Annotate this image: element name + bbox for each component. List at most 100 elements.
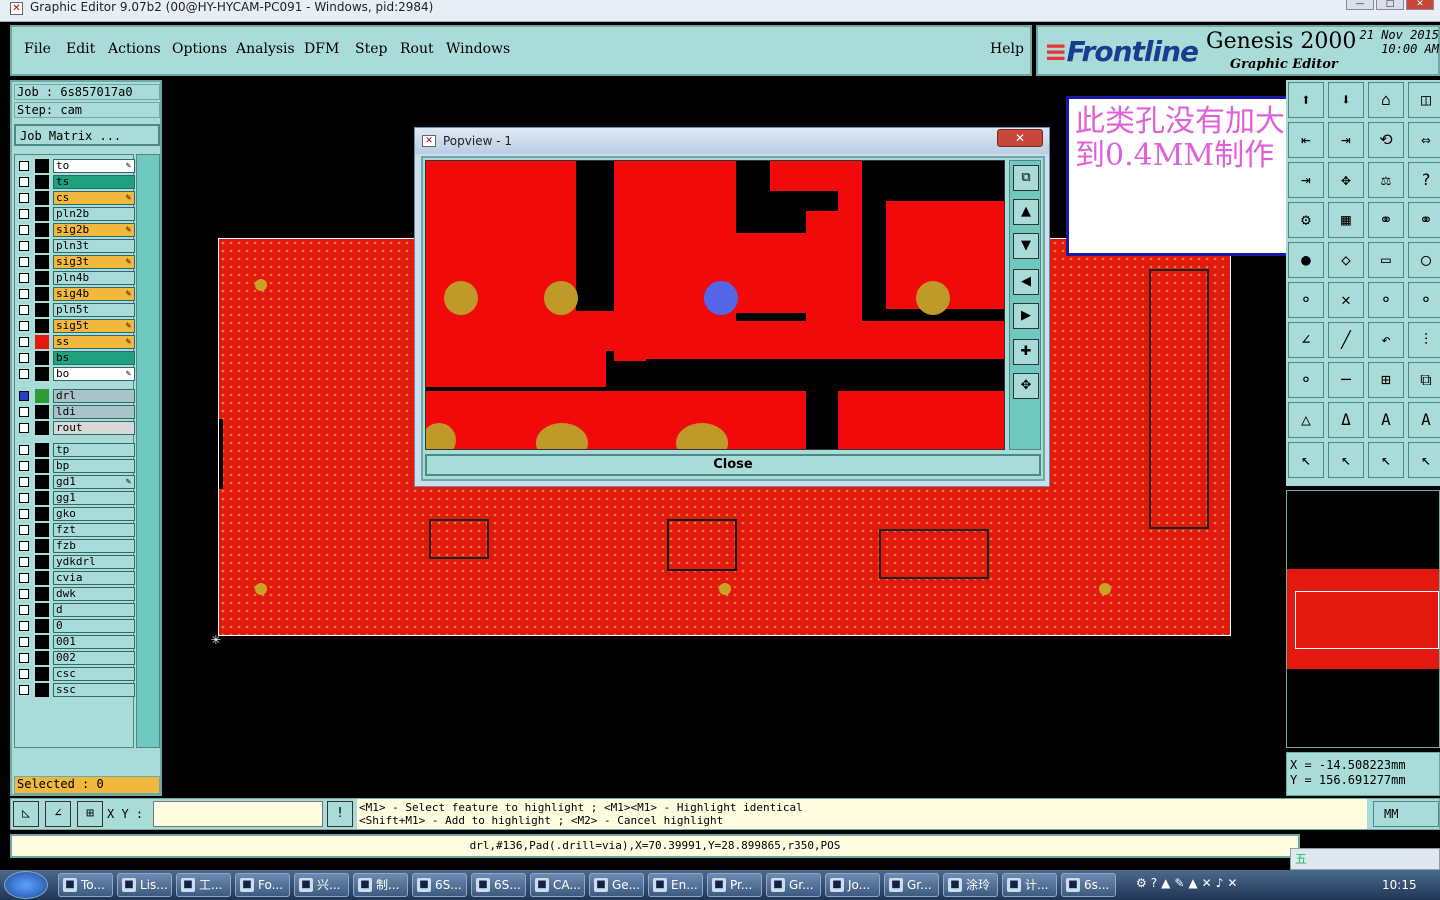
close-window-button[interactable]: ✕ <box>1406 0 1434 10</box>
tool-ruler-icon[interactable]: ▭ <box>1368 242 1404 278</box>
tool-copy-icon[interactable]: ⧉ <box>1408 362 1440 398</box>
start-button[interactable] <box>4 871 48 899</box>
layer-row-cs[interactable]: cs ✎ <box>17 191 135 205</box>
layer-name[interactable]: fzt <box>53 523 135 537</box>
layer-checkbox[interactable] <box>19 209 29 219</box>
tool-text-b-icon[interactable]: A <box>1408 402 1440 438</box>
pan-right-icon[interactable]: ▶ <box>1013 303 1039 329</box>
zoom-out-icon[interactable]: ✥ <box>1013 373 1039 399</box>
tool-pointer-icon[interactable]: ↖ <box>1408 442 1440 478</box>
taskbar-item[interactable]: ■ 涂玲 <box>943 873 998 897</box>
menu-analysis[interactable]: Analysis <box>236 41 295 57</box>
tool-cross-icon[interactable]: ✕ <box>1328 282 1364 318</box>
layer-row-002[interactable]: 002 <box>17 651 135 665</box>
layer-row-csc[interactable]: csc <box>17 667 135 681</box>
taskbar-item[interactable]: ■ Ge... <box>589 873 644 897</box>
layer-row-sig4b[interactable]: sig4b ✎ <box>17 287 135 301</box>
layer-checkbox[interactable] <box>19 353 29 363</box>
layer-row-sig2b[interactable]: sig2b ✎ <box>17 223 135 237</box>
layer-row-ssc[interactable]: ssc <box>17 683 135 697</box>
menu-dfm[interactable]: DFM <box>304 41 339 57</box>
menu-options[interactable]: Options <box>172 41 227 57</box>
system-tray-icons[interactable]: ⚙?▲✎▲✕♪✕ <box>1136 876 1366 894</box>
layer-checkbox[interactable] <box>19 653 29 663</box>
layer-name[interactable]: sig2b ✎ <box>53 223 135 237</box>
layer-row-sig3t[interactable]: sig3t ✎ <box>17 255 135 269</box>
layer-checkbox[interactable] <box>19 541 29 551</box>
layer-checkbox[interactable] <box>19 369 29 379</box>
tool-pointer-icon[interactable]: ↖ <box>1288 442 1324 478</box>
layer-name[interactable]: bo ✎ <box>53 367 135 381</box>
layer-name[interactable]: pln4b <box>53 271 135 285</box>
tool-settings-icon[interactable]: ⚙ <box>1288 202 1324 238</box>
taskbar-item[interactable]: ■ 6S... <box>412 873 467 897</box>
layer-checkbox[interactable] <box>19 321 29 331</box>
taskbar-item[interactable]: ■ En... <box>648 873 703 897</box>
layer-row-ldi[interactable]: ldi <box>17 405 135 419</box>
tool-point-icon[interactable]: ● <box>1288 242 1324 278</box>
layer-checkbox[interactable] <box>19 493 29 503</box>
layer-name[interactable]: 001 <box>53 635 135 649</box>
unit-button[interactable]: MM <box>1373 801 1439 827</box>
tool-scale-icon[interactable]: ⚖ <box>1368 162 1404 198</box>
layer-name[interactable]: tp <box>53 443 135 457</box>
taskbar-item[interactable]: ■ 工... <box>176 873 231 897</box>
layer-row-cvia[interactable]: cvia <box>17 571 135 585</box>
tool-move-right-icon[interactable]: ⇥ <box>1328 122 1364 158</box>
layer-row-bs[interactable]: bs <box>17 351 135 365</box>
layer-checkbox[interactable] <box>19 305 29 315</box>
layer-name[interactable]: ydkdrl <box>53 555 135 569</box>
maximize-button[interactable]: □ <box>1376 0 1404 10</box>
layer-name[interactable]: dwk <box>53 587 135 601</box>
tool-move-left-icon[interactable]: ⇤ <box>1288 122 1324 158</box>
tool-delta-icon[interactable]: Δ <box>1328 402 1364 438</box>
layer-name[interactable]: pln2b <box>53 207 135 221</box>
tool-help-icon[interactable]: ? <box>1408 162 1440 198</box>
xy-input[interactable] <box>153 801 323 827</box>
layer-checkbox[interactable] <box>19 605 29 615</box>
layer-checkbox[interactable] <box>19 573 29 583</box>
snap-icon[interactable]: ◺ <box>13 801 39 827</box>
tool-move-down-icon[interactable]: ⬇ <box>1328 82 1364 118</box>
tool-pointer-icon[interactable]: ↖ <box>1328 442 1364 478</box>
taskbar-item[interactable]: ■ CA... <box>530 873 585 897</box>
tool-pointer-icon[interactable]: ↖ <box>1368 442 1404 478</box>
menu-help[interactable]: Help <box>990 41 1024 57</box>
layer-row-fzt[interactable]: fzt <box>17 523 135 537</box>
pan-left-icon[interactable]: ◀ <box>1013 269 1039 295</box>
layer-row-tp[interactable]: tp <box>17 443 135 457</box>
layer-row-bp[interactable]: bp <box>17 459 135 473</box>
tool-center-icon[interactable]: ✥ <box>1328 162 1364 198</box>
layer-checkbox[interactable] <box>19 525 29 535</box>
menu-edit[interactable]: Edit <box>66 41 95 57</box>
taskbar-item[interactable]: ■ Gr... <box>884 873 939 897</box>
layer-row-ts[interactable]: ts <box>17 175 135 189</box>
layer-row-gg1[interactable]: gg1 <box>17 491 135 505</box>
layer-name[interactable]: ssc <box>53 683 135 697</box>
taskbar-item[interactable]: ■ 计... <box>1002 873 1057 897</box>
layer-checkbox[interactable] <box>19 685 29 695</box>
layer-checkbox[interactable] <box>19 289 29 299</box>
layer-checkbox[interactable] <box>19 177 29 187</box>
grid-icon[interactable]: ⊞ <box>77 801 103 827</box>
layer-list-scrollbar[interactable] <box>136 154 160 748</box>
taskbar-item[interactable]: ■ 兴... <box>294 873 349 897</box>
layer-checkbox[interactable] <box>19 477 29 487</box>
layer-name[interactable]: to ✎ <box>53 159 135 173</box>
tool-node-icon[interactable]: ⚬ <box>1288 282 1324 318</box>
layer-row-dwk[interactable]: dwk <box>17 587 135 601</box>
tool-line-icon[interactable]: ╱ <box>1328 322 1364 358</box>
popview-canvas[interactable] <box>425 160 1005 450</box>
layer-name[interactable]: csc <box>53 667 135 681</box>
tool-bar-icon[interactable]: ─ <box>1328 362 1364 398</box>
layer-checkbox[interactable] <box>19 257 29 267</box>
layer-name[interactable]: drl <box>53 389 135 403</box>
layer-row-drl[interactable]: drl <box>17 389 135 403</box>
tool-node-icon[interactable]: ⚬ <box>1408 282 1440 318</box>
tool-link-icon[interactable]: ⚭ <box>1408 202 1440 238</box>
layer-row-pln5t[interactable]: pln5t <box>17 303 135 317</box>
menu-file[interactable]: File <box>24 41 51 57</box>
tool-text-a-icon[interactable]: A <box>1368 402 1404 438</box>
layer-checkbox[interactable] <box>19 509 29 519</box>
overview-map[interactable] <box>1286 490 1440 748</box>
